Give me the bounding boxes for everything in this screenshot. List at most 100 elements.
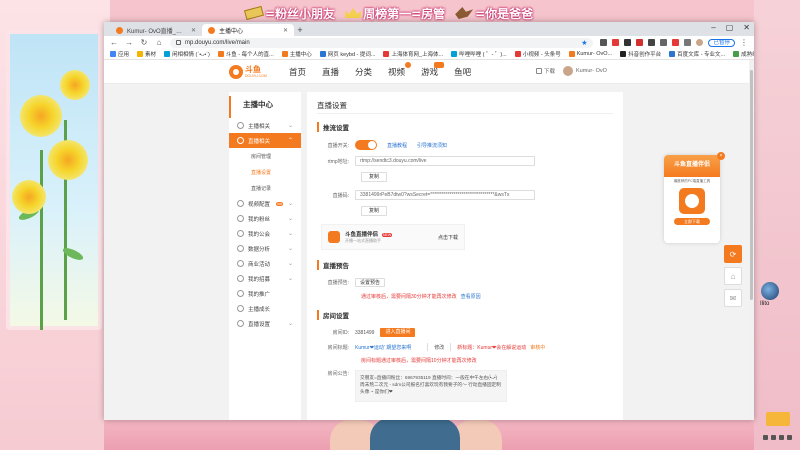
new-tab-button[interactable]: + (294, 24, 306, 36)
bookmark[interactable]: 上海体育网_上海体... (383, 50, 443, 58)
paused-button[interactable]: 已暂停 (708, 38, 735, 47)
folder-icon[interactable] (766, 412, 790, 426)
stream-code-field[interactable]: 3381499rPeB7dtw0?wsSecret=**************… (355, 190, 535, 200)
tray-icon[interactable] (778, 434, 784, 440)
menu-icon[interactable]: ⋮ (740, 38, 748, 47)
refresh-icon[interactable]: ⟳ (724, 245, 742, 263)
sidebar-item-fans[interactable]: 我的粉丝 ⌄ (229, 211, 301, 226)
extension-icon[interactable] (612, 39, 620, 46)
scrollbar[interactable] (749, 60, 754, 420)
back-icon[interactable]: ← (110, 38, 118, 47)
user-icon (237, 122, 244, 129)
bookmark[interactable]: 百度文库 - 专业文... (669, 50, 725, 58)
sidebar-item-business[interactable]: 商业活动 ⌄ (229, 256, 301, 271)
helper-download-link[interactable]: 点击下载 (438, 234, 458, 241)
user-menu[interactable]: Kumur- OvO (563, 66, 607, 76)
extension-icon[interactable] (624, 39, 632, 46)
sidebar-item-anchor[interactable]: 主播相关 ⌄ (229, 118, 301, 133)
copy-button[interactable]: 复制 (361, 172, 387, 182)
minimize-icon[interactable]: – (711, 23, 715, 32)
forward-icon[interactable]: → (125, 38, 133, 47)
edit-link[interactable]: 修改 (434, 344, 444, 351)
sidebar-item-guild[interactable]: 我的公会 ⌄ (229, 226, 301, 241)
main-panel: 直播设置 推流设置 直播开关: 直播教程 引导推流须知 rtmp地址: rtmp… (307, 92, 623, 420)
preview-notice-row: 通过审核后，需要间隔30分钟才能再次修改 查看原因 (361, 293, 613, 300)
scrollbar-thumb[interactable] (750, 70, 753, 300)
widget-download-button[interactable]: 立即下载 (674, 218, 710, 225)
copy-button[interactable]: 复制 (361, 206, 387, 216)
avatar (563, 66, 574, 76)
extension-icon[interactable] (648, 39, 656, 46)
sidebar-item-analytics[interactable]: 数据分析 ⌄ (229, 241, 301, 256)
feedback-icon[interactable]: ✉ (724, 289, 742, 307)
bookmark[interactable]: 斗鱼 - 每个人的直... (217, 50, 274, 58)
extension-icon[interactable] (636, 39, 644, 46)
bookmark[interactable]: 主播中心 (281, 50, 312, 58)
field-label: 直播码: (332, 192, 349, 199)
bookmark[interactable]: 小视频 - 头条号 (514, 50, 561, 58)
reload-icon[interactable]: ↻ (140, 38, 148, 47)
stream-overlay-banner: =粉丝小朋友 周榜第一=房管 =你是爸爸 (244, 3, 533, 23)
enter-room-button[interactable]: 进入直播间 (380, 328, 416, 337)
rtmp-field[interactable]: rtmp://sendtc3.douyu.com/live (355, 156, 535, 166)
home-icon[interactable]: ⌂ (724, 267, 742, 285)
extension-icon[interactable] (672, 39, 680, 46)
close-icon[interactable]: ✕ (191, 27, 196, 34)
extension-icon[interactable] (660, 39, 668, 46)
bookmark[interactable]: 闲相相情 (ˊ•ᴗ•ˋ) (164, 50, 210, 58)
tab-strip: Kumur- OvO直播_王者荣耀直播 ✕ 主播中心 ✕ + – ▢ ✕ (104, 22, 754, 36)
help-link[interactable]: 直播教程 (387, 142, 407, 149)
nav-fishbar[interactable]: 鱼吧 (454, 66, 471, 78)
live-toggle[interactable] (355, 140, 377, 150)
browser-tab-active[interactable]: 主播中心 ✕ (202, 24, 294, 36)
sidebar-item-promo[interactable]: 我的推广 (229, 286, 301, 301)
nav-live[interactable]: 直播 (322, 66, 339, 78)
close-window-icon[interactable]: ✕ (743, 23, 750, 32)
home-icon[interactable]: ⌂ (155, 38, 163, 47)
tray-icon[interactable] (770, 434, 776, 440)
maximize-icon[interactable]: ▢ (726, 23, 734, 32)
nav-video[interactable]: 视频 (388, 61, 412, 78)
chevron-down-icon: ⌄ (287, 201, 293, 207)
bookmark[interactable]: 哔哩哔哩 ( ゜- ゜)... (451, 50, 507, 58)
tray-icon[interactable] (786, 434, 792, 440)
sidebar-item-settings[interactable]: 直播设置 ⌄ (229, 316, 301, 331)
douyu-logo[interactable]: 斗鱼 DOUYU.COM (229, 64, 275, 79)
tray-icon[interactable] (762, 434, 768, 440)
bookmark[interactable]: 网页 keybd - 提词... (319, 50, 375, 58)
sidebar-subitem-records[interactable]: 直播记录 (229, 180, 301, 196)
bookmark[interactable]: 应用 (110, 50, 129, 58)
sidebar-item-recruit[interactable]: 我的招募 ⌄ (229, 271, 301, 286)
set-preview-button[interactable]: 设置预告 (355, 278, 386, 287)
browser-tab[interactable]: Kumur- OvO直播_王者荣耀直播 ✕ (110, 24, 202, 36)
profile-icon[interactable] (696, 39, 704, 46)
sidebar-item-growth[interactable]: 主播成长 (229, 301, 301, 316)
nav-category[interactable]: 分类 (355, 66, 372, 78)
desktop-app-icon[interactable] (761, 282, 779, 300)
bookmark[interactable]: 成熟编辑, 站过的... (733, 50, 754, 58)
star-icon[interactable]: ★ (581, 39, 587, 47)
puzzle-icon[interactable] (684, 39, 692, 46)
bookmark[interactable]: 抖音创作平台 (620, 50, 661, 58)
close-icon[interactable]: × (717, 152, 725, 160)
close-icon[interactable]: ✕ (283, 27, 288, 34)
sidebar-subitem-room[interactable]: 房间管理 (229, 148, 301, 164)
fans-icon (237, 215, 244, 222)
address-bar[interactable]: mp.douyu.com/live/main ★ (170, 37, 594, 48)
bookmark[interactable]: Kumur- OvO... (568, 51, 612, 57)
business-icon (237, 260, 244, 267)
status-badge: 审核中 (530, 344, 546, 351)
download-link[interactable]: 下载 (536, 67, 555, 75)
bilibili-icon (451, 51, 458, 57)
thirdparty-link[interactable]: 引导推流须知 (417, 142, 447, 149)
rtmp-row: rtmp地址: rtmp://sendtc3.douyu.com/live (317, 156, 613, 166)
nav-game[interactable]: 游戏 (421, 61, 445, 78)
view-reason-link[interactable]: 查看原因 (461, 293, 481, 300)
nav-home[interactable]: 首页 (289, 66, 306, 78)
sidebar-item-live[interactable]: 直播相关 ⌃ (229, 133, 301, 148)
announcement-box[interactable]: 交朋友=直播间粉丝：6967935119 直播时间：一般在中午左右(•̀ᴗ•́)… (355, 370, 507, 402)
sidebar-subitem-live-settings[interactable]: 直播设置 (229, 164, 301, 180)
bookmark[interactable]: 素材 (137, 50, 156, 58)
extension-icon[interactable] (600, 39, 608, 46)
sidebar-item-video[interactable]: 视频配置 hot ⌄ (229, 196, 301, 211)
